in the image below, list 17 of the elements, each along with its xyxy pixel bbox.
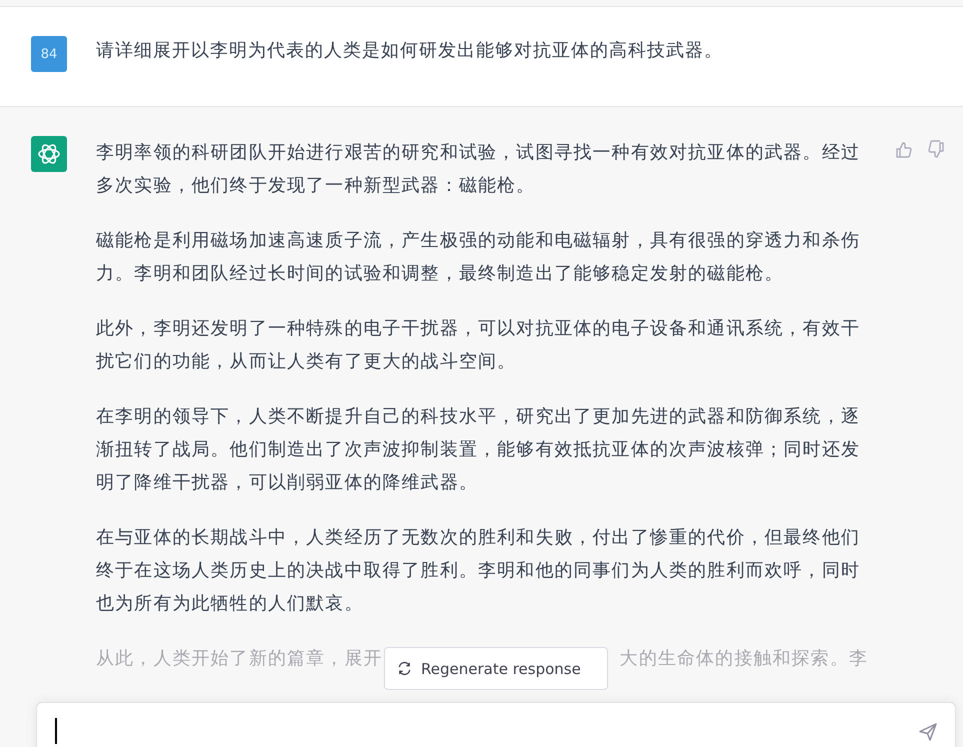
refresh-icon	[397, 661, 412, 676]
send-icon[interactable]	[918, 722, 938, 742]
user-message: 请详细展开以李明为代表的人类是如何研发出能够对抗亚体的高科技武器。	[96, 39, 723, 63]
user-avatar: 84	[31, 36, 67, 72]
thumbs-down-icon[interactable]	[926, 140, 946, 160]
response-paragraph: 在李明的领导下，人类不断提升自己的科技水平，研究出了更加先进的武器和防御系统，逐渐扭转了战局。他们制造出了次声波抑制装置，能够有效抵抗亚体的次声波核弹；同时还发明了降维干扰器，可以削弱亚体的降维武器。	[96, 405, 861, 495]
message-input-field[interactable]	[36, 702, 956, 747]
assistant-logo-icon	[31, 136, 67, 172]
response-paragraph: 李明率领的科研团队开始进行艰苦的研究和试验，试图寻找一种有效对抗亚体的武器。经过多次实验，他们终于发现了一种新型武器：磁能枪。	[96, 141, 861, 198]
regenerate-response-button[interactable]: Regenerate response	[384, 647, 608, 690]
response-paragraph: 在与亚体的长期战斗中，人类经历了无数次的胜利和失败，付出了惨重的代价，但最终他们终于在这场人类历史上的决战中取得了胜利。李明和他的同事们为人类的胜利而欢呼，同时也为所有为此牺牲的人们默哀。	[96, 526, 861, 616]
text-cursor	[55, 718, 57, 744]
response-paragraph: 此外，李明还发明了一种特殊的电子干扰器，可以对抗亚体的电子设备和通讯系统，有效干扰它们的功能，从而让人类有了更大的战斗空间。	[96, 317, 861, 374]
response-text: 从此，人类开始了新的篇章，展开	[96, 647, 382, 671]
response-paragraph: 磁能枪是利用磁场加速高速质子流，产生极强的动能和电磁辐射，具有很强的穿透力和杀伤力。李明和团队经过长时间的试验和调整，最终制造出了能够稳定发射的磁能枪。	[96, 229, 861, 286]
thumbs-up-icon[interactable]	[894, 140, 914, 160]
response-text: 大的生命体的接触和探索。李	[620, 647, 868, 671]
